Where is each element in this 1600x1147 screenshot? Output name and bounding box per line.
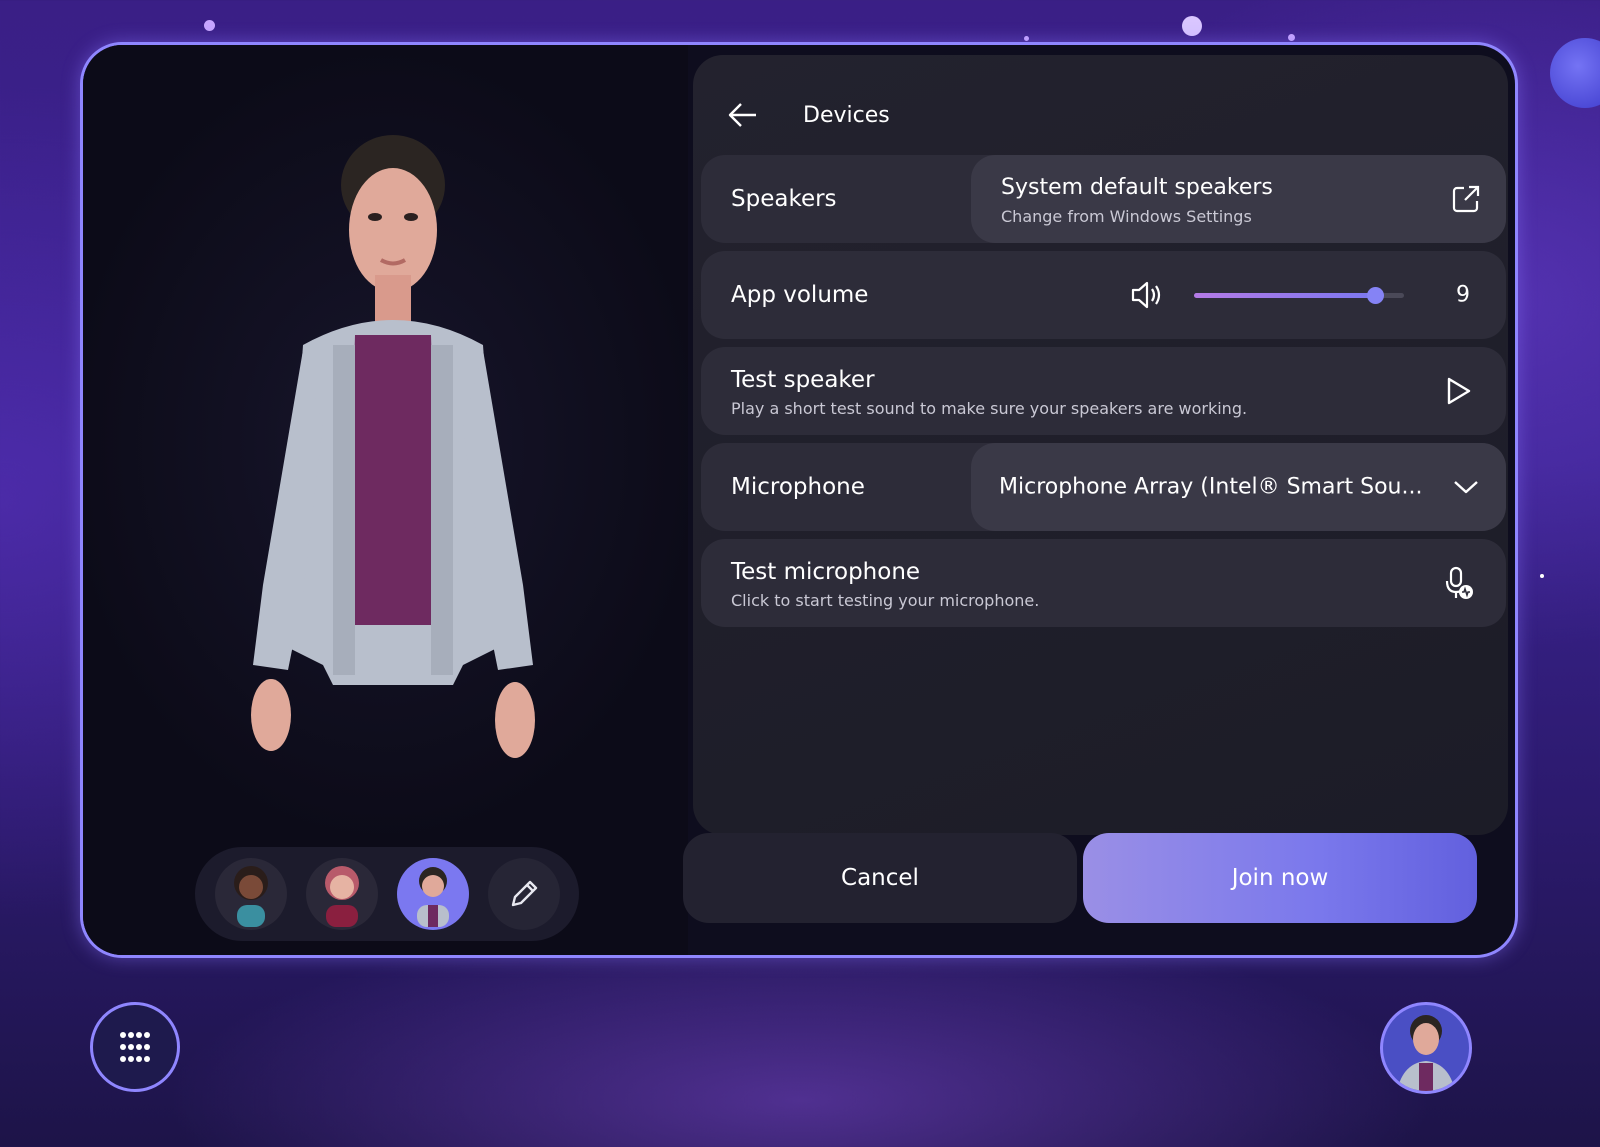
arrow-left-icon: [728, 103, 756, 127]
avatar-thumbnail-icon: [416, 867, 449, 927]
avatar-thumbnail-icon: [233, 866, 268, 927]
devices-settings-panel: Devices Speakers System default speakers…: [693, 55, 1508, 835]
page-title: Devices: [803, 102, 890, 128]
background-star: [1024, 36, 1029, 41]
microphone-row: Microphone Microphone Array (Intel® Smar…: [701, 443, 1506, 531]
microphone-select[interactable]: Microphone Array (Intel® Smart Sou...: [971, 443, 1506, 531]
test-speaker-title: Test speaker: [731, 367, 875, 393]
test-microphone-description: Click to start testing your microphone.: [731, 591, 1040, 610]
avatar-preview-pane: [83, 45, 688, 955]
microphone-test-icon[interactable]: [1440, 565, 1476, 601]
speakers-device-hint: Change from Windows Settings: [1001, 207, 1252, 226]
join-window: Devices Speakers System default speakers…: [80, 42, 1518, 958]
app-volume-slider[interactable]: [1194, 287, 1404, 304]
app-volume-slider-fill: [1194, 293, 1375, 298]
cancel-button[interactable]: Cancel: [683, 833, 1077, 923]
profile-avatar-button[interactable]: [1380, 1002, 1472, 1094]
back-button[interactable]: [723, 95, 763, 135]
test-speaker-row[interactable]: Test speaker Play a short test sound to …: [701, 347, 1506, 435]
pencil-icon: [511, 880, 537, 907]
join-now-button[interactable]: Join now: [1083, 833, 1477, 923]
app-volume-slider-thumb[interactable]: [1366, 287, 1384, 304]
avatar-option-2[interactable]: [305, 858, 378, 930]
microphone-selected-device: Microphone Array (Intel® Smart Sou...: [999, 474, 1423, 500]
speakers-device-name: System default speakers: [1001, 175, 1273, 200]
panel-header: Devices: [723, 95, 890, 135]
avatar-thumbnail-icon: [324, 866, 359, 927]
play-icon[interactable]: [1440, 373, 1476, 409]
app-volume-value: 9: [1456, 282, 1470, 308]
background-planet: [1550, 38, 1600, 108]
background-star: [1540, 574, 1544, 578]
avatar: [1397, 1015, 1455, 1091]
speakers-row: Speakers System default speakers Change …: [701, 155, 1506, 243]
test-microphone-title: Test microphone: [731, 559, 921, 585]
app-launcher-button[interactable]: [90, 1002, 180, 1092]
test-microphone-row[interactable]: Test microphone Click to start testing y…: [701, 539, 1506, 627]
speaker-volume-icon[interactable]: [1129, 277, 1165, 313]
speakers-device-button[interactable]: System default speakers Change from Wind…: [971, 155, 1506, 243]
edit-avatar-button[interactable]: [487, 858, 560, 930]
background-star: [1288, 34, 1295, 41]
open-external-icon: [1448, 181, 1484, 217]
background-star: [204, 20, 215, 31]
background-star: [1182, 16, 1202, 36]
avatar-option-1[interactable]: [214, 858, 287, 930]
test-speaker-description: Play a short test sound to make sure you…: [731, 399, 1248, 418]
app-volume-row: App volume 9: [701, 251, 1506, 339]
chevron-down-icon: [1448, 469, 1484, 505]
grid-dots-icon: [120, 1032, 150, 1062]
speakers-label: Speakers: [731, 186, 837, 212]
avatar-preview: [251, 135, 535, 758]
avatar-picker: [195, 847, 579, 941]
avatar-option-3-selected[interactable]: [396, 858, 469, 930]
app-volume-label: App volume: [731, 282, 869, 308]
microphone-label: Microphone: [731, 474, 865, 500]
